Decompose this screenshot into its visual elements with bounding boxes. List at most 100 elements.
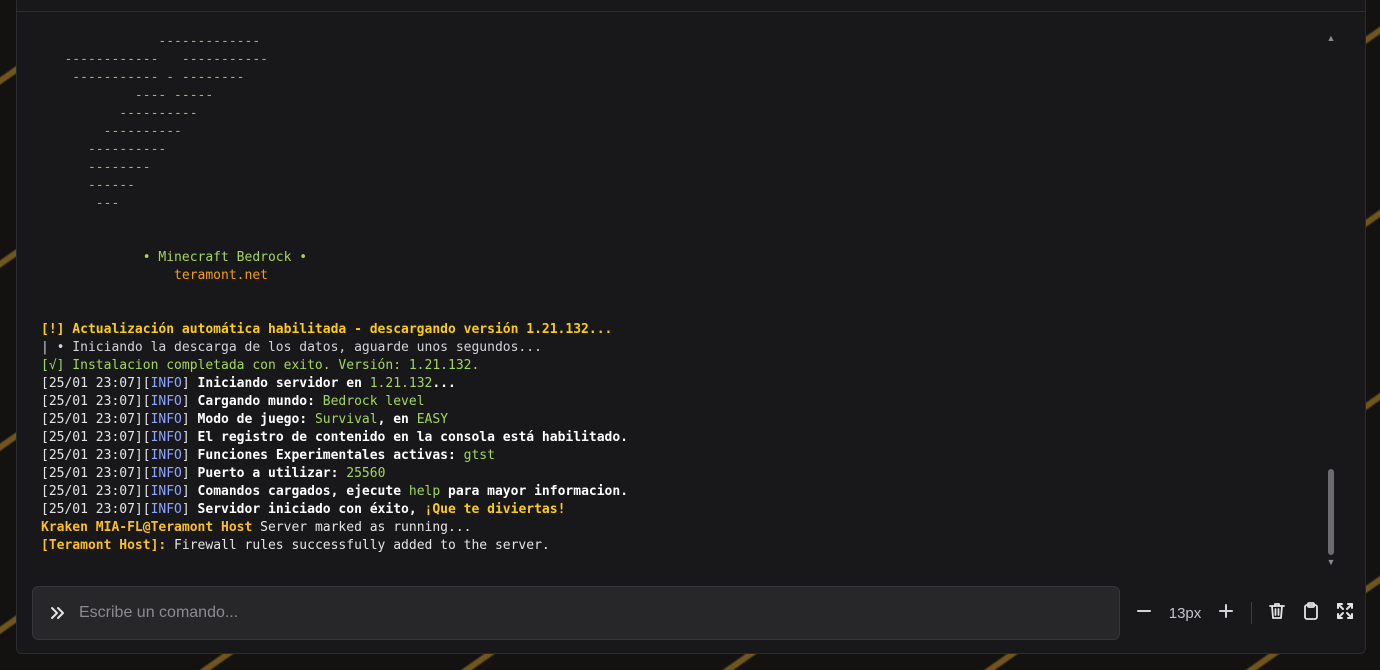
console-segment: 1.21.132 [369, 376, 433, 391]
command-input[interactable] [79, 587, 1119, 639]
panel-divider [17, 11, 1365, 12]
copy-console-button[interactable] [1296, 598, 1326, 628]
console-segment: INFO [150, 466, 182, 481]
console-line: [25/01 23:07][INFO] Funciones Experiment… [41, 447, 1321, 465]
console-segment: • Minecraft Bedrock • [41, 250, 308, 265]
console-segment: ---------- [41, 124, 182, 139]
console-line: --- [41, 195, 1321, 213]
console-segment: ------------- [41, 34, 261, 49]
increase-font-button[interactable] [1211, 598, 1241, 628]
console-panel: ------------- ------------ ----------- -… [16, 0, 1366, 654]
console-segment: Bedrock level [322, 394, 425, 409]
console-segment: EASY [416, 412, 449, 427]
console-segment: ---------- [41, 106, 198, 121]
console-segment: [25/01 23:07][ [41, 394, 151, 409]
console-segment: ----------- - -------- [41, 70, 245, 85]
clipboard-icon [1301, 601, 1321, 626]
console-line: ------ [41, 177, 1321, 195]
console-segment: , en [377, 412, 417, 427]
console-line: [25/01 23:07][INFO] Comandos cargados, e… [41, 483, 1321, 501]
console-segment: Survival [314, 412, 378, 427]
console-segment: ---- ----- [41, 88, 214, 103]
scroll-up-icon[interactable]: ▲ [1325, 33, 1337, 45]
console-output[interactable]: ------------- ------------ ----------- -… [41, 33, 1321, 573]
console-line: [25/01 23:07][INFO] Modo de juego: Survi… [41, 411, 1321, 429]
console-segment: [√] Instalacion completada con exito. Ve… [41, 358, 480, 373]
console-segment: Iniciando servidor en [197, 376, 370, 391]
console-segment: gtst [463, 448, 495, 463]
console-line: ---------- [41, 123, 1321, 141]
console-segment: ] [181, 484, 198, 499]
console-segment: [25/01 23:07][ [41, 484, 151, 499]
clear-console-button[interactable] [1262, 598, 1292, 628]
console-line: [25/01 23:07][INFO] Puerto a utilizar: 2… [41, 465, 1321, 483]
console-segment: INFO [150, 394, 182, 409]
chevrons-right-icon [47, 602, 69, 624]
trash-icon [1267, 601, 1287, 626]
console-segment: teramont.net [41, 268, 268, 283]
scroll-down-icon[interactable]: ▼ [1325, 557, 1337, 569]
console-segment: [25/01 23:07][ [41, 448, 151, 463]
console-segment: Kraken MIA-FL@Teramont Host [41, 520, 253, 535]
console-segment: Modo de juego: [197, 412, 315, 427]
console-line: | • Iniciando la descarga de los datos, … [41, 339, 1321, 357]
console-line: -------- [41, 159, 1321, 177]
decrease-font-button[interactable] [1129, 598, 1159, 628]
console-segment: [25/01 23:07][ [41, 502, 151, 517]
console-segment: [25/01 23:07][ [41, 412, 151, 427]
console-line: [!] Actualización automática habilitada … [41, 321, 1321, 339]
console-segment: ] [181, 466, 198, 481]
console-segment: INFO [150, 484, 182, 499]
console-segment: ... [432, 376, 456, 391]
console-segment: [25/01 23:07][ [41, 430, 151, 445]
console-segment: ] [181, 412, 198, 427]
console-segment: Server marked as running... [252, 520, 472, 535]
console-segment: [Teramont Host]: [41, 538, 167, 553]
console-line: ------------- [41, 33, 1321, 51]
console-line: ----------- - -------- [41, 69, 1321, 87]
console-segment: Comandos cargados, ejecute [197, 484, 409, 499]
toolbar-divider [1251, 602, 1252, 624]
console-segment: ------ [41, 178, 135, 193]
console-segment: ] [181, 430, 198, 445]
console-line: Kraken MIA-FL@Teramont Host Server marke… [41, 519, 1321, 537]
font-size-value: 13px [1168, 604, 1202, 622]
fullscreen-button[interactable] [1330, 598, 1360, 628]
command-bar [32, 586, 1120, 640]
minus-icon [1136, 603, 1152, 624]
console-line: [Teramont Host]: Firewall rules successf… [41, 537, 1321, 555]
console-segment: Puerto a utilizar: [197, 466, 347, 481]
scrollbar-thumb[interactable] [1328, 469, 1334, 555]
console-segment: --- [41, 196, 120, 211]
maximize-icon [1335, 601, 1355, 626]
console-segment: Servidor iniciado con éxito, [197, 502, 425, 517]
console-segment: [25/01 23:07][ [41, 376, 151, 391]
console-line: ---- ----- [41, 87, 1321, 105]
console-segment: ] [181, 394, 198, 409]
console-line: ------------ ----------- [41, 51, 1321, 69]
console-segment: Cargando mundo: [197, 394, 323, 409]
console-segment: INFO [150, 412, 182, 427]
console-segment: INFO [150, 376, 182, 391]
console-segment: ---------- [41, 142, 167, 157]
console-line: [25/01 23:07][INFO] Servidor iniciado co… [41, 501, 1321, 519]
console-line: teramont.net [41, 267, 1321, 285]
console-segment: [25/01 23:07][ [41, 466, 151, 481]
console-line: ---------- [41, 141, 1321, 159]
console-segment: help [408, 484, 441, 499]
console-line: [25/01 23:07][INFO] El registro de conte… [41, 429, 1321, 447]
console-line: [√] Instalacion completada con exito. Ve… [41, 357, 1321, 375]
console-line: [25/01 23:07][INFO] Iniciando servidor e… [41, 375, 1321, 393]
console-line: ---------- [41, 105, 1321, 123]
console-segment: para mayor informacion. [440, 484, 629, 499]
console-segment: ------------ ----------- [41, 52, 268, 67]
console-segment: ] [181, 376, 198, 391]
console-segment: [!] Actualización automática habilitada … [41, 322, 613, 337]
console-line: • Minecraft Bedrock • [41, 249, 1321, 267]
console-segment: El registro de contenido en la consola e… [197, 430, 629, 445]
console-segment: INFO [150, 502, 182, 517]
console-segment: INFO [150, 430, 182, 445]
